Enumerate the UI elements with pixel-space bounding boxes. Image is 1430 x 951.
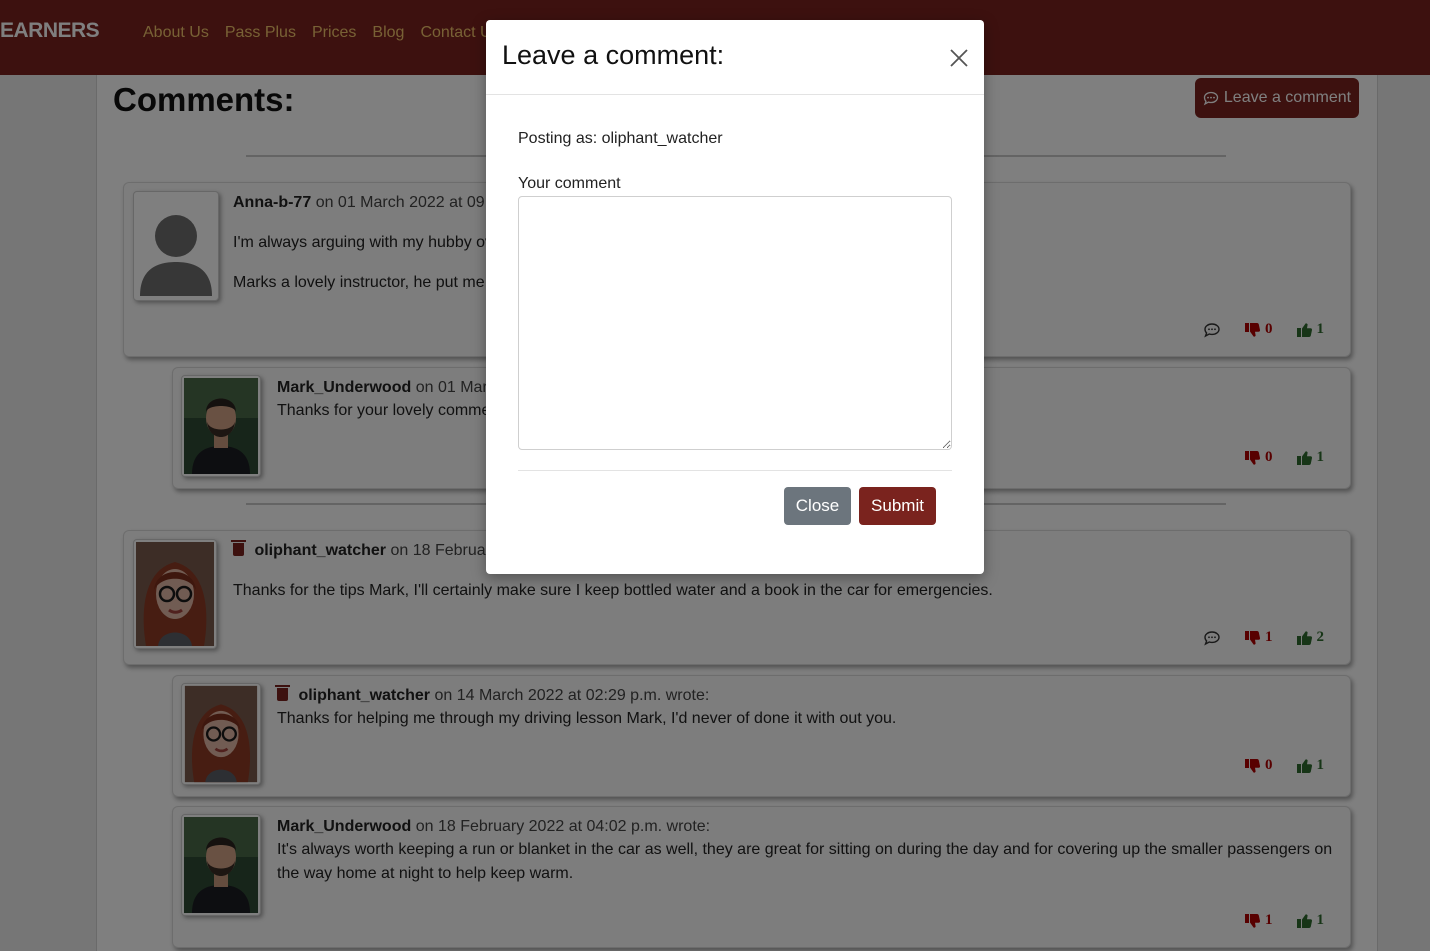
close-button[interactable]: Close <box>784 487 851 525</box>
close-icon[interactable] <box>948 47 970 69</box>
comment-field-label: Your comment <box>518 175 621 192</box>
leave-comment-modal: Leave a comment: Posting as: oliphant_wa… <box>486 20 984 574</box>
comment-textarea[interactable] <box>518 196 952 450</box>
submit-button[interactable]: Submit <box>859 487 936 525</box>
posting-as-text: Posting as: oliphant_watcher <box>518 130 723 147</box>
modal-header: Leave a comment: <box>486 20 984 95</box>
modal-footer-divider <box>518 470 952 471</box>
modal-title: Leave a comment: <box>502 40 725 70</box>
